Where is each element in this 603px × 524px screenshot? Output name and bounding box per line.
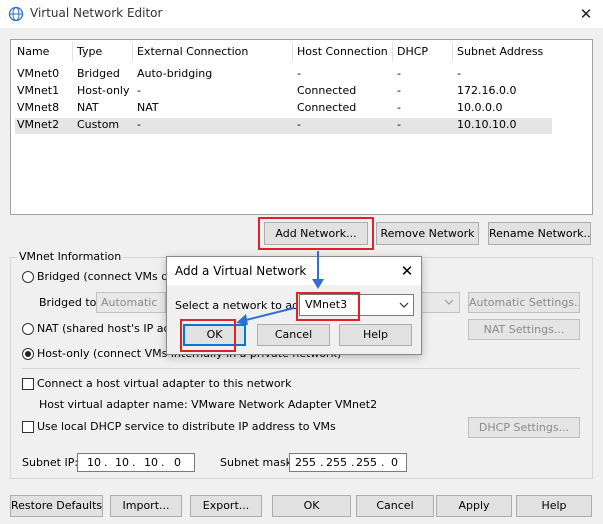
arrow-down-head bbox=[312, 279, 324, 289]
arrow-left-head bbox=[236, 314, 248, 325]
arrow-left-line bbox=[241, 307, 295, 322]
annotation-arrows bbox=[236, 251, 324, 325]
